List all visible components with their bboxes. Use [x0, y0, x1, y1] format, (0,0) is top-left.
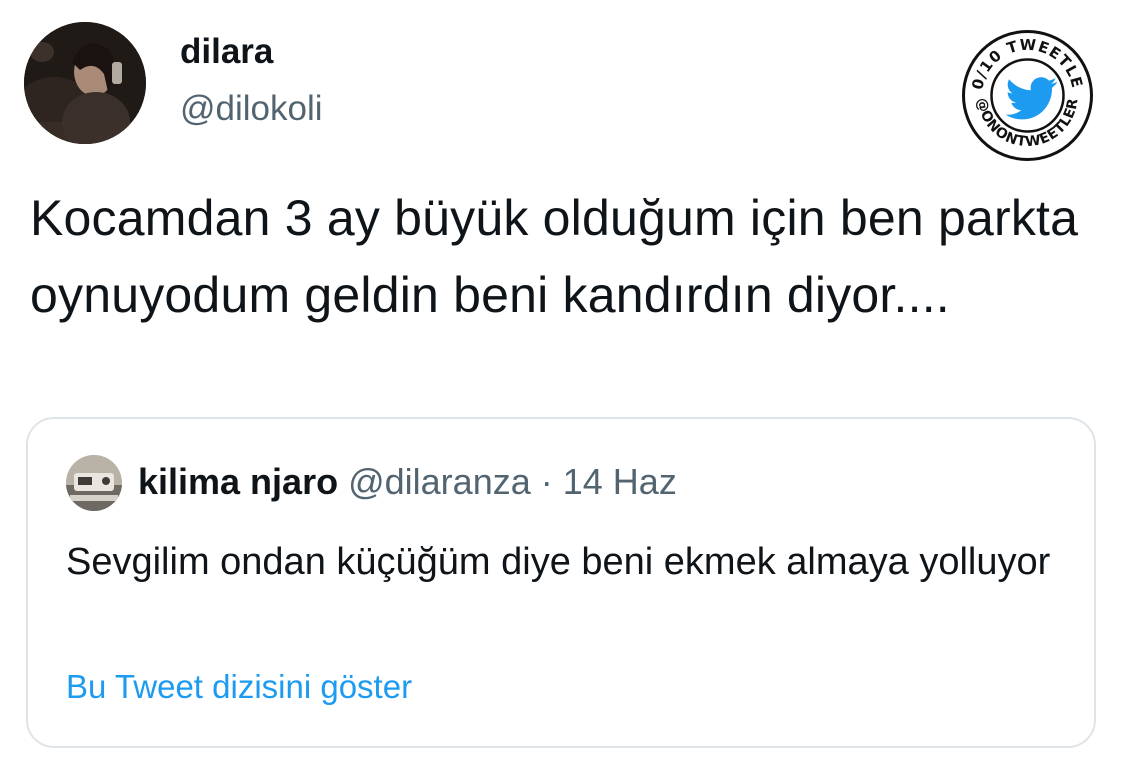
show-thread-link[interactable]: Bu Tweet dizisini göster [66, 665, 412, 709]
quoted-tweet-text: Sevgilim ondan küçüğüm diye beni ekmek a… [66, 541, 1051, 583]
watermark-badge: 10/10 TWEETLER @ONONTWEETLER [960, 28, 1095, 163]
profile-photo [66, 455, 122, 511]
author-handle[interactable]: @dilokoli [180, 87, 323, 131]
quoted-tweet-date[interactable]: 14 Haz [563, 461, 677, 502]
quoted-tweet-header: kilima njaro @dilaranza · 14 Haz [138, 459, 677, 505]
twitter-bird-icon: 10/10 TWEETLER @ONONTWEETLER [960, 28, 1093, 161]
profile-photo [24, 22, 146, 144]
quoted-author-display-name[interactable]: kilima njaro [138, 461, 338, 502]
tweet-text: Kocamdan 3 ay büyük olduğum için ben par… [30, 190, 1079, 323]
quoted-author-avatar[interactable] [66, 455, 122, 511]
author-avatar[interactable] [24, 22, 146, 144]
header-separator: · [540, 461, 553, 502]
quoted-tweet-card[interactable]: kilima njaro @dilaranza · 14 Haz Sevgili… [26, 417, 1096, 748]
quoted-author-handle[interactable]: @dilaranza [348, 461, 531, 502]
author-display-name[interactable]: dilara [180, 30, 273, 74]
